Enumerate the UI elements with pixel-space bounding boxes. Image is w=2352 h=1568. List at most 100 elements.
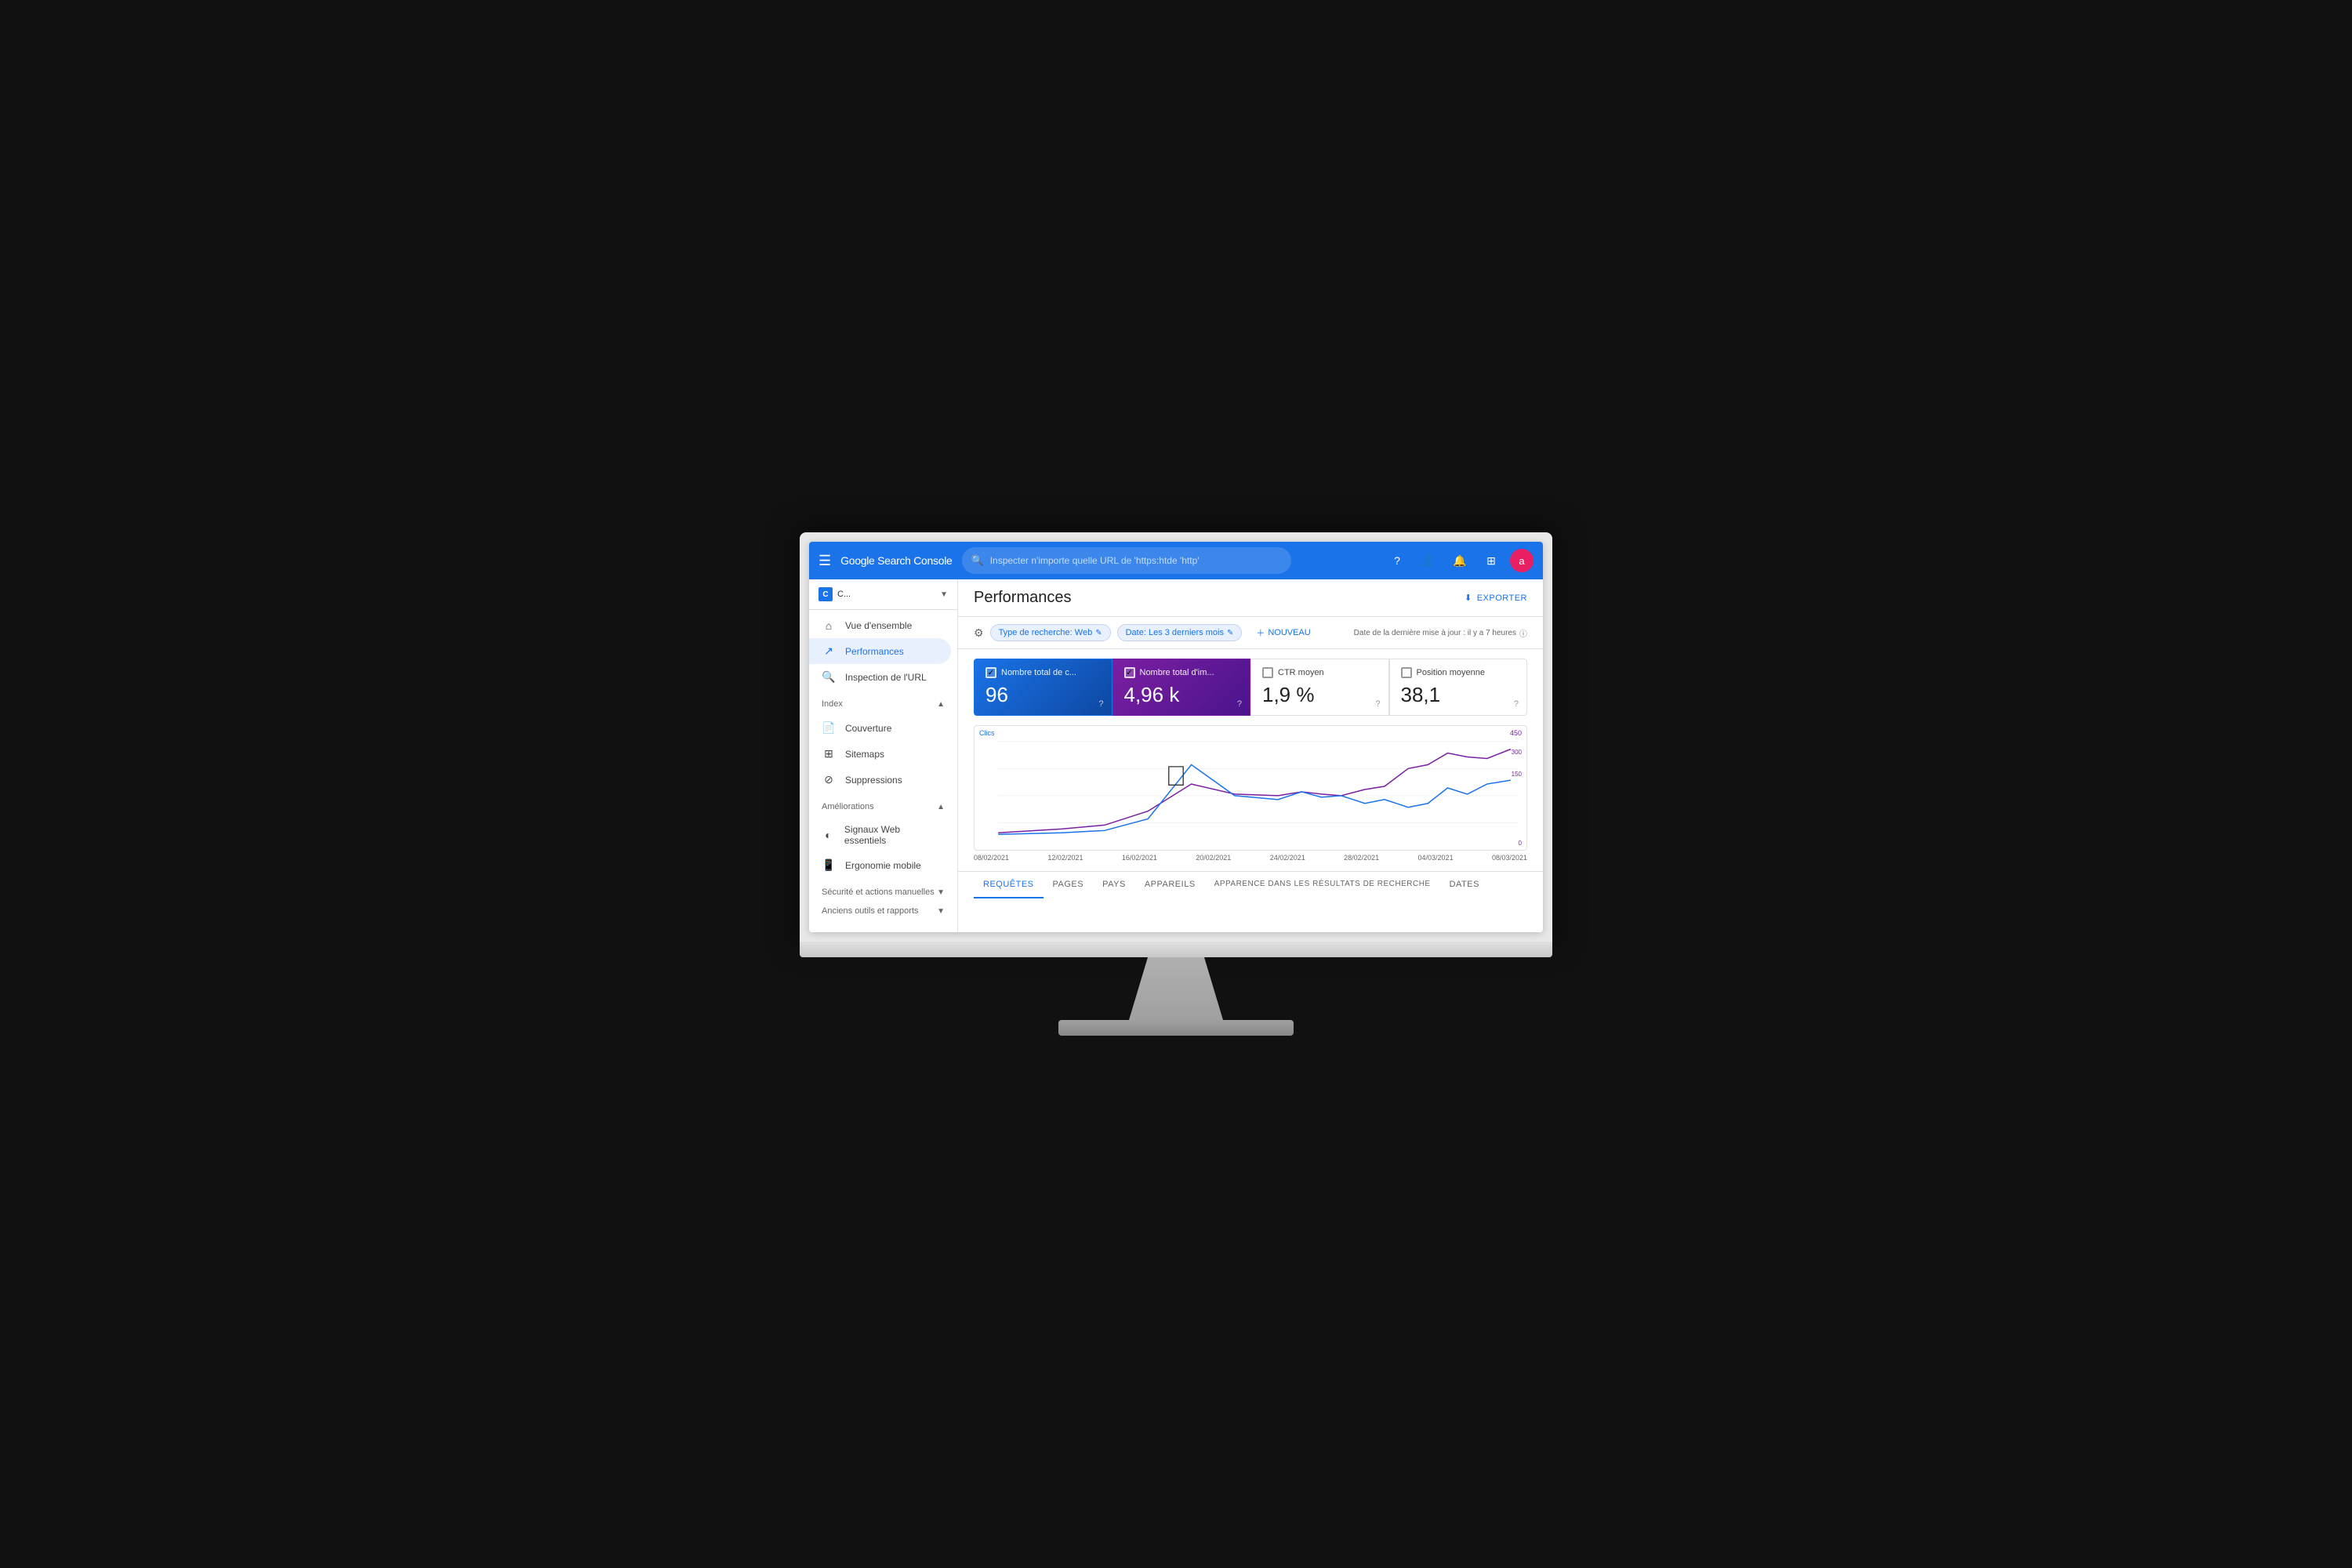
monitor-screen: ☰ Google Search Console 🔍 ? 👤 🔔 ⊞ a [800, 532, 1552, 942]
last-update: Date de la dernière mise à jour : il y a… [1354, 627, 1527, 639]
trending-up-icon: ↗ [822, 644, 836, 658]
export-label: EXPORTER [1477, 593, 1527, 603]
top-nav: ☰ Google Search Console 🔍 ? 👤 🔔 ⊞ a [809, 542, 1543, 579]
chart-y-right-zero: 0 [1519, 840, 1522, 847]
add-filter-button[interactable]: ＋ NOUVEAU [1248, 623, 1318, 642]
sidebar-item-ergonomie[interactable]: 📱 Ergonomie mobile [809, 852, 951, 878]
help-icon-clics: ? [1098, 699, 1103, 709]
sidebar: C C... ▼ ⌂ Vue d'ensemble ↗ Performances [809, 579, 958, 932]
sidebar-item-label: Couverture [845, 723, 891, 734]
anciens-outils-section-label: Anciens outils et rapports [822, 906, 919, 916]
chart-x-labels: 08/02/2021 12/02/2021 16/02/2021 20/02/2… [974, 851, 1527, 862]
metric-header-ctr: CTR moyen [1262, 667, 1377, 678]
search-bar[interactable]: 🔍 [962, 547, 1291, 574]
sidebar-item-label: Sitemaps [845, 749, 884, 760]
hamburger-icon[interactable]: ☰ [818, 553, 831, 569]
metric-checkbox-ctr[interactable] [1262, 667, 1273, 678]
tab-apparence[interactable]: APPARENCE DANS LES RÉSULTATS DE RECHERCH… [1205, 872, 1440, 898]
tabs-bar: REQUÊTES PAGES PAYS APPAREILS APPARENCE … [958, 871, 1543, 898]
chart-svg [975, 726, 1526, 850]
ameliorations-nav-section: ◐ Signaux Web essentiels 📱 Ergonomie mob… [809, 815, 957, 881]
tab-pages[interactable]: PAGES [1044, 872, 1094, 898]
metric-checkbox-impressions[interactable]: ✓ [1124, 667, 1135, 678]
export-button[interactable]: ⬇ EXPORTER [1465, 593, 1527, 603]
chevron-up-icon[interactable]: ▲ [937, 700, 945, 709]
nav-icons: ? 👤 🔔 ⊞ a [1385, 548, 1534, 573]
metric-checkbox-position[interactable] [1401, 667, 1412, 678]
avatar[interactable]: a [1510, 549, 1534, 572]
filter-chip-type[interactable]: Type de recherche: Web ✎ [990, 624, 1111, 641]
index-section-label: Index [822, 699, 843, 709]
x-label-7: 04/03/2021 [1418, 854, 1454, 862]
chart-y-right-values: 300 150 [1512, 742, 1522, 786]
add-filter-label: NOUVEAU [1268, 628, 1310, 637]
tab-requetes[interactable]: REQUÊTES [974, 872, 1044, 898]
tab-appareils[interactable]: APPAREILS [1135, 872, 1205, 898]
sidebar-item-sitemaps[interactable]: ⊞ Sitemaps [809, 741, 951, 767]
sidebar-item-label: Signaux Web essentiels [844, 824, 938, 846]
search-input[interactable] [990, 555, 1282, 566]
x-label-4: 20/02/2021 [1196, 854, 1231, 862]
sidebar-item-label: Suppressions [845, 775, 902, 786]
site-selector[interactable]: C C... ▼ [809, 579, 957, 610]
apple-logo:  [1166, 760, 1187, 793]
chevron-down-icon: ▼ [940, 590, 948, 599]
app-title: Google Search Console [840, 554, 952, 567]
index-nav-section: 📄 Couverture ⊞ Sitemaps ⊘ Suppressions [809, 712, 957, 796]
metric-value-clics: 96 [985, 683, 1101, 707]
help-icon-impressions: ? [1237, 699, 1242, 709]
metric-card-clics[interactable]: ✓ Nombre total de c... 96 ? [974, 659, 1112, 716]
block-icon: ⊘ [822, 773, 836, 786]
filters-bar: ⚙ Type de recherche: Web ✎ Date: Les 3 d… [958, 617, 1543, 649]
info-icon: ⓘ [1519, 627, 1527, 639]
sidebar-item-label: Vue d'ensemble [845, 620, 912, 631]
metric-card-ctr[interactable]: CTR moyen 1,9 % ? [1250, 659, 1389, 716]
apps-icon[interactable]: ⊞ [1479, 548, 1504, 573]
page-title: Performances [974, 589, 1072, 607]
anciens-outils-section-header[interactable]: Anciens outils et rapports ▼ [809, 900, 957, 919]
help-icon[interactable]: ? [1385, 548, 1410, 573]
help-icon-position: ? [1514, 699, 1519, 709]
filter-icon: ⚙ [974, 626, 984, 640]
metric-label-ctr: CTR moyen [1278, 668, 1324, 677]
filter-date-label: Date: Les 3 derniers mois [1126, 628, 1224, 637]
sidebar-item-suppressions[interactable]: ⊘ Suppressions [809, 767, 951, 793]
chevron-up-icon-2[interactable]: ▲ [937, 803, 945, 811]
accounts-icon[interactable]: 👤 [1416, 548, 1441, 573]
x-label-3: 16/02/2021 [1122, 854, 1157, 862]
chevron-down-icon-securite[interactable]: ▼ [937, 888, 945, 897]
chevron-down-icon-anciens[interactable]: ▼ [937, 907, 945, 916]
metric-header-impressions: ✓ Nombre total d'im... [1124, 667, 1240, 678]
metric-card-position[interactable]: Position moyenne 38,1 ? [1389, 659, 1528, 716]
download-icon: ⬇ [1465, 593, 1472, 603]
tab-pays[interactable]: PAYS [1093, 872, 1135, 898]
metric-value-ctr: 1,9 % [1262, 683, 1377, 707]
sidebar-item-signaux-web[interactable]: ◐ Signaux Web essentiels [809, 818, 951, 852]
sidebar-item-vue-ensemble[interactable]: ⌂ Vue d'ensemble [809, 613, 951, 638]
search-icon: 🔍 [971, 554, 984, 567]
metric-label-clics: Nombre total de c... [1001, 668, 1076, 677]
metric-card-impressions[interactable]: ✓ Nombre total d'im... 4,96 k ? [1112, 659, 1251, 716]
sidebar-item-label: Inspection de l'URL [845, 672, 927, 683]
help-icon-ctr: ? [1375, 699, 1380, 709]
x-label-1: 08/02/2021 [974, 854, 1009, 862]
sitemap-icon: ⊞ [822, 747, 836, 760]
securite-section-header[interactable]: Sécurité et actions manuelles ▼ [809, 881, 957, 900]
sidebar-item-couverture[interactable]: 📄 Couverture [809, 715, 951, 741]
site-name: C... [837, 590, 935, 599]
x-label-2: 12/02/2021 [1047, 854, 1083, 862]
google-logo: Google Search Console [840, 554, 952, 567]
metric-header-position: Position moyenne [1401, 667, 1516, 678]
metric-label-position: Position moyenne [1417, 668, 1485, 677]
monitor-stand-neck [1129, 957, 1223, 1020]
chart-area: Clics 450 300 150 0 [974, 725, 1527, 851]
sidebar-item-inspection-url[interactable]: 🔍 Inspection de l'URL [809, 664, 951, 690]
notifications-icon[interactable]: 🔔 [1447, 548, 1472, 573]
sidebar-item-performances[interactable]: ↗ Performances [809, 638, 951, 664]
metric-checkbox-clics[interactable]: ✓ [985, 667, 996, 678]
filter-chip-date[interactable]: Date: Les 3 derniers mois ✎ [1117, 624, 1243, 641]
tab-dates[interactable]: DATES [1440, 872, 1489, 898]
home-icon: ⌂ [822, 619, 836, 632]
search-icon: 🔍 [822, 670, 836, 684]
securite-section-label: Sécurité et actions manuelles [822, 887, 935, 897]
